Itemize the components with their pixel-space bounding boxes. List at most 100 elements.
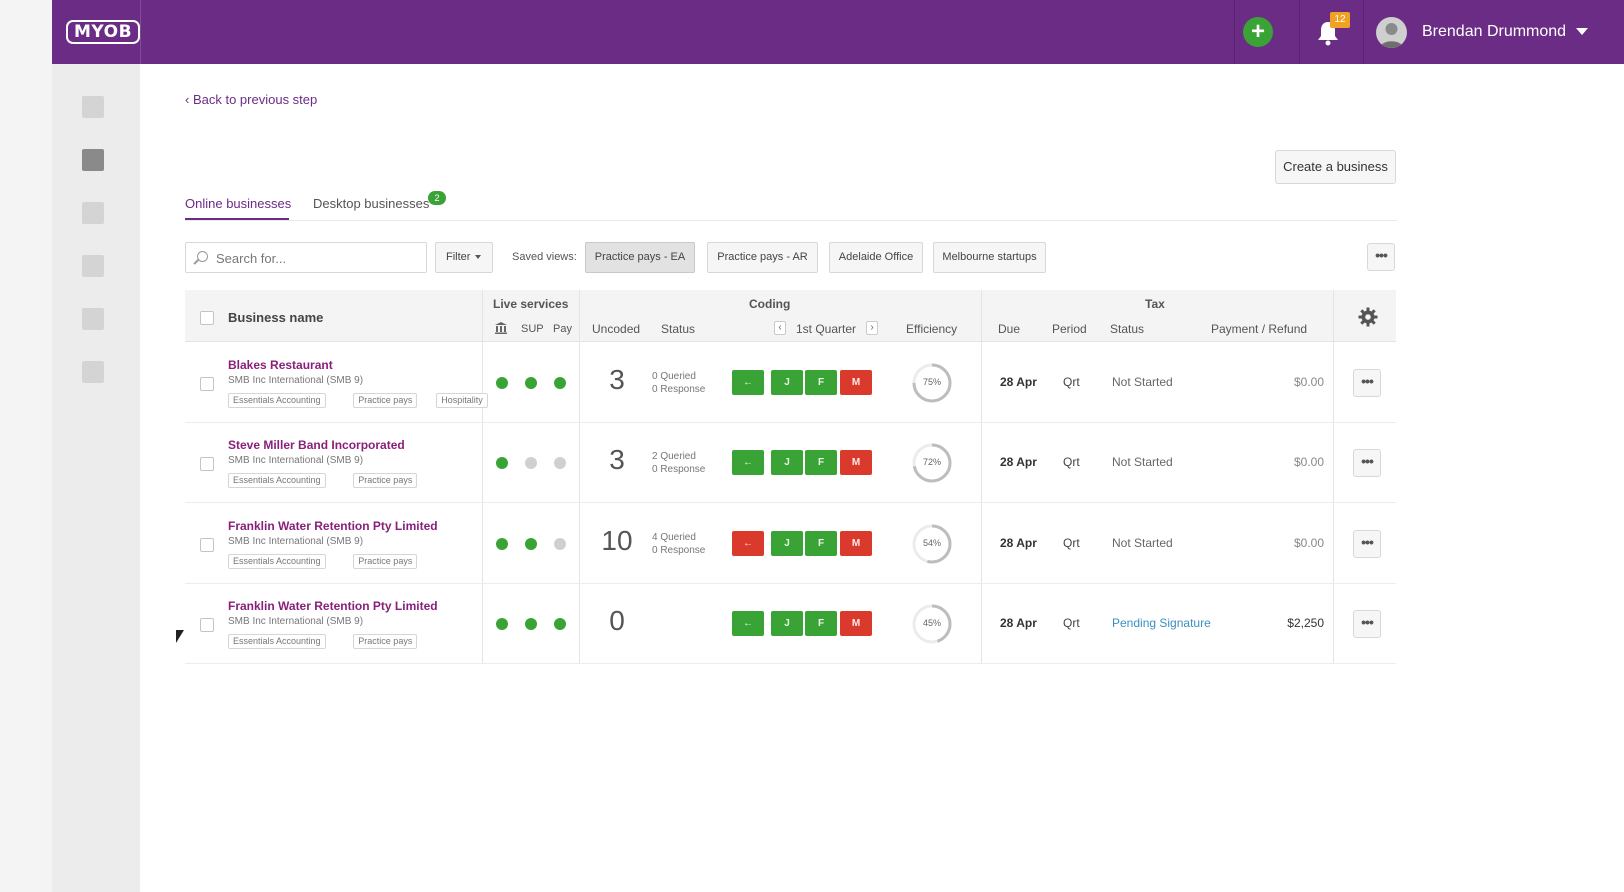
efficiency-percent: 75% bbox=[922, 377, 941, 387]
divider bbox=[1299, 0, 1300, 64]
app-window: MYOB + 12 Brendan Drummond ‹ Back to pre… bbox=[52, 0, 1624, 892]
sidebar-item-3[interactable] bbox=[82, 202, 104, 224]
row-more-button[interactable]: ••• bbox=[1353, 449, 1381, 477]
search-input[interactable] bbox=[216, 248, 416, 268]
row-checkbox[interactable] bbox=[200, 457, 214, 471]
live-service-status-dot bbox=[496, 618, 508, 630]
header-period[interactable]: Period bbox=[1052, 322, 1087, 336]
efficiency-percent: 54% bbox=[922, 538, 941, 548]
table-row[interactable]: Franklin Water Retention Pty Limited SMB … bbox=[185, 504, 1396, 584]
row-checkbox[interactable] bbox=[200, 618, 214, 632]
prev-quarter-button[interactable]: ‹ bbox=[774, 321, 786, 335]
uncoded-count[interactable]: 10 bbox=[597, 525, 637, 557]
efficiency-ring: 45% bbox=[911, 603, 953, 645]
month-button-j[interactable]: J bbox=[771, 611, 803, 636]
back-link[interactable]: ‹ Back to previous step bbox=[185, 92, 317, 107]
myob-logo[interactable]: MYOB bbox=[66, 20, 141, 44]
table-row[interactable]: Steve Miller Band Incorporated SMB Inc In… bbox=[185, 423, 1396, 503]
user-name[interactable]: Brendan Drummond bbox=[1422, 23, 1566, 41]
uncoded-count[interactable]: 3 bbox=[597, 364, 637, 396]
business-tag: Essentials Accounting bbox=[228, 473, 326, 488]
business-name-link[interactable]: Franklin Water Retention Pty Limited bbox=[228, 519, 438, 533]
sidebar-item-4[interactable] bbox=[82, 255, 104, 277]
select-all-checkbox[interactable] bbox=[200, 311, 214, 325]
sidebar-item-5[interactable] bbox=[82, 308, 104, 330]
month-button-j[interactable]: J bbox=[771, 450, 803, 475]
sidebar-item-1[interactable] bbox=[82, 96, 104, 118]
saved-view-practice-pays-ar[interactable]: Practice pays - AR bbox=[707, 242, 818, 273]
business-name-link[interactable]: Steve Miller Band Incorporated bbox=[228, 438, 405, 452]
avatar[interactable] bbox=[1376, 17, 1407, 48]
saved-view-adelaide-office[interactable]: Adelaide Office bbox=[829, 242, 923, 273]
month-button-f[interactable]: F bbox=[805, 450, 837, 475]
header-due[interactable]: Due bbox=[998, 322, 1020, 336]
efficiency-ring: 72% bbox=[911, 442, 953, 484]
chevron-down-icon[interactable] bbox=[1576, 28, 1588, 35]
next-quarter-button[interactable]: › bbox=[866, 321, 878, 335]
uncoded-count[interactable]: 0 bbox=[597, 605, 637, 637]
live-service-status-dot bbox=[496, 377, 508, 389]
header-efficiency[interactable]: Efficiency bbox=[906, 322, 957, 336]
month-button-j[interactable]: J bbox=[771, 531, 803, 556]
tab-desktop-businesses[interactable]: Desktop businesses bbox=[313, 196, 429, 211]
month-button-j[interactable]: J bbox=[771, 370, 803, 395]
business-tag: Essentials Accounting bbox=[228, 634, 326, 649]
header-tax-status[interactable]: Status bbox=[1110, 322, 1144, 336]
header-business-name[interactable]: Business name bbox=[228, 310, 323, 325]
row-more-button[interactable]: ••• bbox=[1353, 369, 1381, 397]
uncoded-count[interactable]: 3 bbox=[597, 444, 637, 476]
divider bbox=[1363, 0, 1364, 64]
tab-online-businesses[interactable]: Online businesses bbox=[185, 196, 291, 211]
create-business-button[interactable]: Create a business bbox=[1275, 150, 1396, 184]
row-checkbox[interactable] bbox=[200, 538, 214, 552]
tax-status[interactable]: Pending Signature bbox=[1112, 616, 1211, 630]
add-button[interactable]: + bbox=[1243, 17, 1273, 47]
back-link-label: Back to previous step bbox=[192, 92, 318, 107]
month-button-m[interactable]: M bbox=[840, 531, 872, 556]
month-button-f[interactable]: F bbox=[805, 531, 837, 556]
business-tag: Essentials Accounting bbox=[228, 554, 326, 569]
header-payment-refund[interactable]: Payment / Refund bbox=[1211, 322, 1307, 336]
previous-month-button[interactable]: ← bbox=[732, 611, 764, 636]
sidebar-item-2[interactable] bbox=[82, 149, 104, 171]
business-name-link[interactable]: Blakes Restaurant bbox=[228, 358, 333, 372]
business-tag: Practice pays bbox=[353, 473, 418, 488]
filter-button[interactable]: Filter bbox=[435, 242, 493, 273]
tax-due-date: 28 Apr bbox=[1000, 375, 1037, 389]
month-button-m[interactable]: M bbox=[840, 611, 872, 636]
month-button-f[interactable]: F bbox=[805, 611, 837, 636]
tax-status: Not Started bbox=[1112, 455, 1173, 469]
header-tax: Tax bbox=[1145, 297, 1165, 311]
response-count: 0 Response bbox=[652, 464, 706, 475]
chevron-left-icon: ‹ bbox=[778, 322, 782, 333]
toolbar-more-button[interactable]: ••• bbox=[1367, 243, 1395, 271]
gear-icon[interactable] bbox=[1358, 307, 1378, 327]
row-more-button[interactable]: ••• bbox=[1353, 610, 1381, 638]
table-row[interactable]: Franklin Water Retention Pty Limited SMB … bbox=[185, 584, 1396, 664]
sidebar-item-6[interactable] bbox=[82, 361, 104, 383]
queried-count: 0 Queried bbox=[652, 371, 696, 382]
business-tag: Practice pays bbox=[353, 554, 418, 569]
coding-status: 4 Queried 0 Response bbox=[652, 531, 705, 557]
previous-month-button[interactable]: ← bbox=[732, 370, 764, 395]
header-uncoded[interactable]: Uncoded bbox=[592, 322, 640, 336]
saved-view-practice-pays-ea[interactable]: Practice pays - EA bbox=[585, 242, 695, 273]
previous-month-button[interactable]: ← bbox=[732, 450, 764, 475]
response-count: 0 Response bbox=[652, 384, 706, 395]
header-coding-status[interactable]: Status bbox=[661, 322, 695, 336]
divider bbox=[1234, 0, 1235, 64]
row-more-button[interactable]: ••• bbox=[1353, 530, 1381, 558]
tax-due-date: 28 Apr bbox=[1000, 536, 1037, 550]
live-service-status-dot bbox=[554, 377, 566, 389]
saved-view-melbourne-startups[interactable]: Melbourne startups bbox=[933, 242, 1046, 273]
row-checkbox[interactable] bbox=[200, 377, 214, 391]
previous-month-button[interactable]: ← bbox=[732, 531, 764, 556]
table-row[interactable]: Blakes Restaurant SMB Inc International (… bbox=[185, 343, 1396, 423]
month-button-m[interactable]: M bbox=[840, 370, 872, 395]
header-live-services: Live services bbox=[493, 297, 569, 311]
month-button-m[interactable]: M bbox=[840, 450, 872, 475]
header-quarter: 1st Quarter bbox=[796, 322, 857, 336]
month-button-f[interactable]: F bbox=[805, 370, 837, 395]
search-box[interactable] bbox=[185, 242, 427, 273]
business-name-link[interactable]: Franklin Water Retention Pty Limited bbox=[228, 599, 438, 613]
